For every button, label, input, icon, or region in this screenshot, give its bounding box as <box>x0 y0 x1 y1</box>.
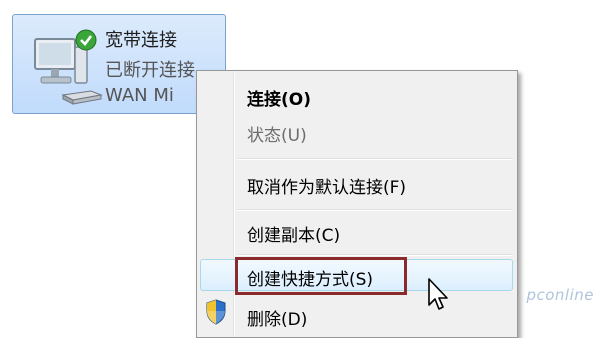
connection-status: 已断开连接 <box>105 60 195 81</box>
annotation-highlight-box <box>235 257 407 295</box>
menu-item-delete[interactable]: 删除(D) <box>247 305 307 330</box>
menu-separator <box>237 158 513 160</box>
uac-shield-icon <box>206 299 226 325</box>
menu-separator <box>237 254 513 256</box>
menu-item-status[interactable]: 状态(U) <box>247 121 307 146</box>
context-menu: 连接(O) 状态(U) 取消作为默认连接(F) 创建副本(C) 创建快捷方式(S… <box>196 70 518 338</box>
menu-separator <box>237 209 513 211</box>
connected-check-icon <box>75 29 97 51</box>
menu-item-create-copy[interactable]: 创建副本(C) <box>247 221 340 246</box>
menu-item-connect[interactable]: 连接(O) <box>247 85 311 110</box>
mouse-cursor-icon <box>428 278 448 310</box>
icon-gutter <box>233 73 235 337</box>
watermark: pconline <box>526 286 594 304</box>
connection-name: 宽带连接 <box>105 30 177 51</box>
modem-icon <box>61 90 103 105</box>
connection-tile[interactable]: 宽带连接 已断开连接 WAN Mi <box>12 14 226 114</box>
menu-item-cancel-default[interactable]: 取消作为默认连接(F) <box>247 173 406 198</box>
